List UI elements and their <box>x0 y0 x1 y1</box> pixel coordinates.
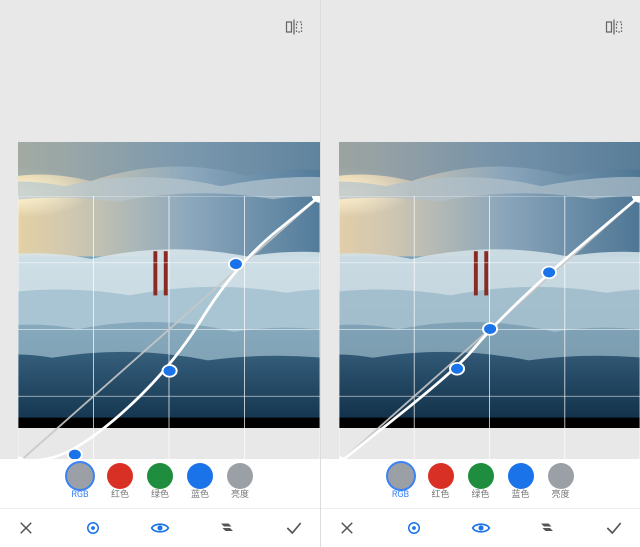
channel-swatch-green[interactable]: 绿色 <box>468 463 494 509</box>
channel-dot-icon <box>428 463 454 489</box>
curve-handle[interactable] <box>450 363 464 375</box>
curve-chart-right[interactable] <box>339 196 640 463</box>
channel-label: RGB <box>392 491 409 500</box>
styles-icon[interactable] <box>213 514 241 542</box>
confirm-button[interactable] <box>600 514 628 542</box>
curve-overlay[interactable] <box>18 196 320 463</box>
channel-label: 蓝色 <box>191 491 209 500</box>
channel-swatch-rgb[interactable]: RGB <box>67 463 93 509</box>
bottom-toolbar <box>0 508 320 547</box>
curve-handle[interactable] <box>483 323 497 335</box>
visibility-icon[interactable] <box>467 514 495 542</box>
channel-label: 绿色 <box>151 491 169 500</box>
curve-handle[interactable] <box>542 267 556 279</box>
channel-swatch-blue[interactable]: 蓝色 <box>187 463 213 509</box>
flip-horizontal-icon[interactable] <box>604 17 624 37</box>
channel-label: 红色 <box>111 491 129 500</box>
channel-swatch-red[interactable]: 红色 <box>428 463 454 509</box>
target-adjust-icon[interactable] <box>79 514 107 542</box>
channel-swatch-red[interactable]: 红色 <box>107 463 133 509</box>
curve-handle[interactable] <box>229 258 243 270</box>
channel-swatch-rgb[interactable]: RGB <box>388 463 414 509</box>
top-bar <box>321 0 640 54</box>
top-bar <box>0 0 320 54</box>
channel-dot-icon <box>187 463 213 489</box>
channel-swatch-blue[interactable]: 蓝色 <box>508 463 534 509</box>
channel-dot-icon <box>468 463 494 489</box>
channel-picker: RGB 红色 绿色 蓝色 亮度 <box>321 459 640 509</box>
channel-dot-icon <box>67 463 93 489</box>
channel-dot-icon <box>107 463 133 489</box>
channel-swatch-luma[interactable]: 亮度 <box>548 463 574 509</box>
flip-horizontal-icon[interactable] <box>284 17 304 37</box>
close-button[interactable] <box>12 514 40 542</box>
channel-dot-icon <box>388 463 414 489</box>
channel-dot-icon <box>227 463 253 489</box>
image-area <box>321 54 640 463</box>
channel-label: 亮度 <box>231 491 249 500</box>
panel-right: RGB 红色 绿色 蓝色 亮度 <box>320 0 640 547</box>
channel-label: 亮度 <box>551 491 569 500</box>
channel-label: RGB <box>71 491 88 500</box>
channel-dot-icon <box>508 463 534 489</box>
dual-phone-stage: RGB 红色 绿色 蓝色 亮度 <box>0 0 640 547</box>
channel-swatch-green[interactable]: 绿色 <box>147 463 173 509</box>
image-area <box>0 54 320 463</box>
styles-icon[interactable] <box>533 514 561 542</box>
target-adjust-icon[interactable] <box>400 514 428 542</box>
channel-picker: RGB 红色 绿色 蓝色 亮度 <box>0 459 320 509</box>
curve-handle[interactable] <box>163 365 177 377</box>
panel-left: RGB 红色 绿色 蓝色 亮度 <box>0 0 320 547</box>
channel-label: 蓝色 <box>511 491 529 500</box>
curve-chart-left[interactable] <box>18 196 320 463</box>
curve-overlay[interactable] <box>339 196 640 463</box>
channel-swatch-luma[interactable]: 亮度 <box>227 463 253 509</box>
visibility-icon[interactable] <box>146 514 174 542</box>
bottom-toolbar <box>321 508 640 547</box>
channel-dot-icon <box>548 463 574 489</box>
channel-dot-icon <box>147 463 173 489</box>
channel-label: 红色 <box>431 491 449 500</box>
channel-label: 绿色 <box>471 491 489 500</box>
confirm-button[interactable] <box>280 514 308 542</box>
close-button[interactable] <box>333 514 361 542</box>
